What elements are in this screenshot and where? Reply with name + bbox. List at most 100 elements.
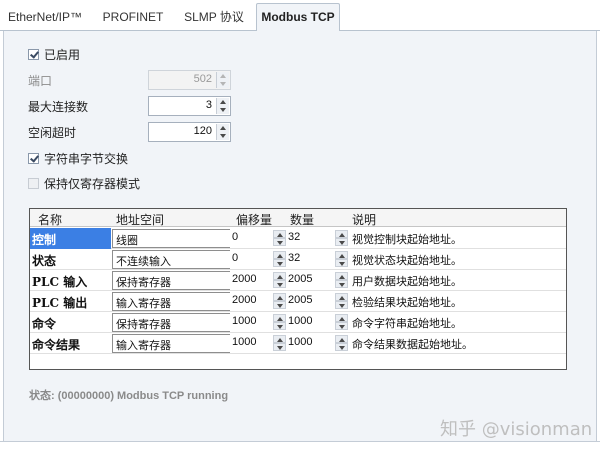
table-row[interactable]: 控制 线圈 0 32 视觉控制块起始地址。 bbox=[30, 228, 566, 249]
table-row[interactable]: PLC 输入 保持寄存器 2000 2005 用户数据块起始地址。 bbox=[30, 270, 566, 291]
offset-spinbox[interactable]: 2000 bbox=[230, 292, 286, 311]
address-space-value[interactable]: 不连续输入 bbox=[116, 253, 171, 269]
tab-modbus-tcp[interactable]: Modbus TCP bbox=[256, 3, 340, 32]
max-connections-up-arrow-icon[interactable] bbox=[217, 98, 229, 106]
idle-timeout-up-arrow-icon[interactable] bbox=[217, 124, 229, 132]
max-connections-value[interactable]: 3 bbox=[206, 99, 212, 111]
offset-stepper[interactable] bbox=[273, 230, 286, 246]
offset-down-arrow-icon[interactable] bbox=[273, 259, 286, 267]
offset-value[interactable]: 0 bbox=[232, 231, 238, 243]
offset-down-arrow-icon[interactable] bbox=[273, 343, 286, 351]
row-name-cell[interactable]: 状态 bbox=[30, 249, 111, 270]
port-value: 502 bbox=[193, 73, 212, 85]
offset-up-arrow-icon[interactable] bbox=[273, 251, 286, 259]
table-row[interactable]: 状态 不连续输入 0 32 视觉状态块起始地址。 bbox=[30, 249, 566, 270]
count-up-arrow-icon[interactable] bbox=[335, 272, 348, 280]
enabled-checkbox-row[interactable]: 已启用 bbox=[28, 46, 80, 62]
offset-stepper[interactable] bbox=[273, 293, 286, 309]
row-name-cell[interactable]: 控制 bbox=[30, 228, 111, 249]
row-name-cell[interactable]: 命令结果 bbox=[30, 333, 111, 354]
idle-timeout-spinbox[interactable]: 120 bbox=[148, 122, 231, 142]
offset-up-arrow-icon[interactable] bbox=[273, 272, 286, 280]
offset-up-arrow-icon[interactable] bbox=[273, 230, 286, 238]
count-up-arrow-icon[interactable] bbox=[335, 335, 348, 343]
count-spinbox[interactable]: 1000 bbox=[286, 334, 348, 353]
address-space-value[interactable]: 线圈 bbox=[116, 232, 138, 248]
offset-spinbox[interactable]: 0 bbox=[230, 229, 286, 248]
address-space-value[interactable]: 输入寄存器 bbox=[116, 295, 171, 311]
port-down-arrow-icon bbox=[217, 80, 229, 88]
offset-spinbox[interactable]: 1000 bbox=[230, 334, 286, 353]
table-row[interactable]: 命令 保持寄存器 1000 1000 命令字符串起始地址。 bbox=[30, 312, 566, 333]
offset-spinbox[interactable]: 1000 bbox=[230, 313, 286, 332]
count-value[interactable]: 32 bbox=[288, 252, 300, 264]
count-up-arrow-icon[interactable] bbox=[335, 314, 348, 322]
count-up-arrow-icon[interactable] bbox=[335, 251, 348, 259]
count-down-arrow-icon[interactable] bbox=[335, 259, 348, 267]
count-value[interactable]: 1000 bbox=[288, 315, 312, 327]
offset-up-arrow-icon[interactable] bbox=[273, 293, 286, 301]
header-offset: 偏移量 bbox=[236, 213, 273, 227]
count-spinbox[interactable]: 32 bbox=[286, 229, 348, 248]
count-stepper[interactable] bbox=[335, 272, 348, 288]
offset-down-arrow-icon[interactable] bbox=[273, 322, 286, 330]
idle-timeout-stepper[interactable] bbox=[216, 124, 229, 140]
offset-value[interactable]: 0 bbox=[232, 252, 238, 264]
count-spinbox[interactable]: 2005 bbox=[286, 292, 348, 311]
count-spinbox[interactable]: 32 bbox=[286, 250, 348, 269]
offset-down-arrow-icon[interactable] bbox=[273, 301, 286, 309]
count-value[interactable]: 2005 bbox=[288, 273, 312, 285]
address-space-value[interactable]: 输入寄存器 bbox=[116, 337, 171, 353]
count-value[interactable]: 32 bbox=[288, 231, 300, 243]
count-spinbox[interactable]: 1000 bbox=[286, 313, 348, 332]
address-space-value[interactable]: 保持寄存器 bbox=[116, 274, 171, 290]
offset-up-arrow-icon[interactable] bbox=[273, 335, 286, 343]
offset-stepper[interactable] bbox=[273, 314, 286, 330]
offset-value[interactable]: 1000 bbox=[232, 315, 256, 327]
address-space-value[interactable]: 保持寄存器 bbox=[116, 316, 171, 332]
count-down-arrow-icon[interactable] bbox=[335, 280, 348, 288]
offset-value[interactable]: 2000 bbox=[232, 273, 256, 285]
offset-down-arrow-icon[interactable] bbox=[273, 280, 286, 288]
count-down-arrow-icon[interactable] bbox=[335, 343, 348, 351]
table-row[interactable]: PLC 输出 输入寄存器 2000 2005 检验结果块起始地址。 bbox=[30, 291, 566, 312]
offset-down-arrow-icon[interactable] bbox=[273, 238, 286, 246]
count-up-arrow-icon[interactable] bbox=[335, 293, 348, 301]
idle-timeout-value[interactable]: 120 bbox=[194, 125, 212, 137]
offset-value[interactable]: 1000 bbox=[232, 336, 256, 348]
table-row[interactable]: 命令结果 输入寄存器 1000 1000 命令结果数据起始地址。 bbox=[30, 333, 566, 354]
header-name: 名称 bbox=[38, 213, 63, 227]
count-up-arrow-icon[interactable] bbox=[335, 230, 348, 238]
offset-spinbox[interactable]: 0 bbox=[230, 250, 286, 269]
max-connections-stepper[interactable] bbox=[216, 98, 229, 114]
row-name-cell[interactable]: 命令 bbox=[30, 312, 111, 333]
idle-timeout-down-arrow-icon[interactable] bbox=[217, 132, 229, 140]
count-stepper[interactable] bbox=[335, 251, 348, 267]
offset-value[interactable]: 2000 bbox=[232, 294, 256, 306]
offset-up-arrow-icon[interactable] bbox=[273, 314, 286, 322]
count-stepper[interactable] bbox=[335, 230, 348, 246]
tab-profinet[interactable]: PROFINET bbox=[96, 6, 170, 30]
offset-stepper[interactable] bbox=[273, 335, 286, 351]
count-value[interactable]: 2005 bbox=[288, 294, 312, 306]
enabled-checkbox[interactable] bbox=[28, 48, 39, 60]
count-stepper[interactable] bbox=[335, 335, 348, 351]
byte-swap-row[interactable]: 字符串字节交换 bbox=[28, 150, 128, 166]
offset-stepper[interactable] bbox=[273, 251, 286, 267]
offset-spinbox[interactable]: 2000 bbox=[230, 271, 286, 290]
max-connections-down-arrow-icon[interactable] bbox=[217, 106, 229, 114]
count-spinbox[interactable]: 2005 bbox=[286, 271, 348, 290]
row-name-cell[interactable]: PLC 输入 bbox=[30, 270, 111, 291]
count-stepper[interactable] bbox=[335, 314, 348, 330]
count-stepper[interactable] bbox=[335, 293, 348, 309]
count-down-arrow-icon[interactable] bbox=[335, 322, 348, 330]
offset-stepper[interactable] bbox=[273, 272, 286, 288]
count-down-arrow-icon[interactable] bbox=[335, 301, 348, 309]
count-down-arrow-icon[interactable] bbox=[335, 238, 348, 246]
tab-slmp[interactable]: SLMP 协议 bbox=[176, 6, 252, 30]
max-connections-spinbox[interactable]: 3 bbox=[148, 96, 231, 116]
count-value[interactable]: 1000 bbox=[288, 336, 312, 348]
byte-swap-checkbox[interactable] bbox=[28, 152, 39, 164]
row-name-cell[interactable]: PLC 输出 bbox=[30, 291, 111, 312]
tab-ethernet-ip[interactable]: EtherNet/IP™ bbox=[4, 6, 86, 30]
